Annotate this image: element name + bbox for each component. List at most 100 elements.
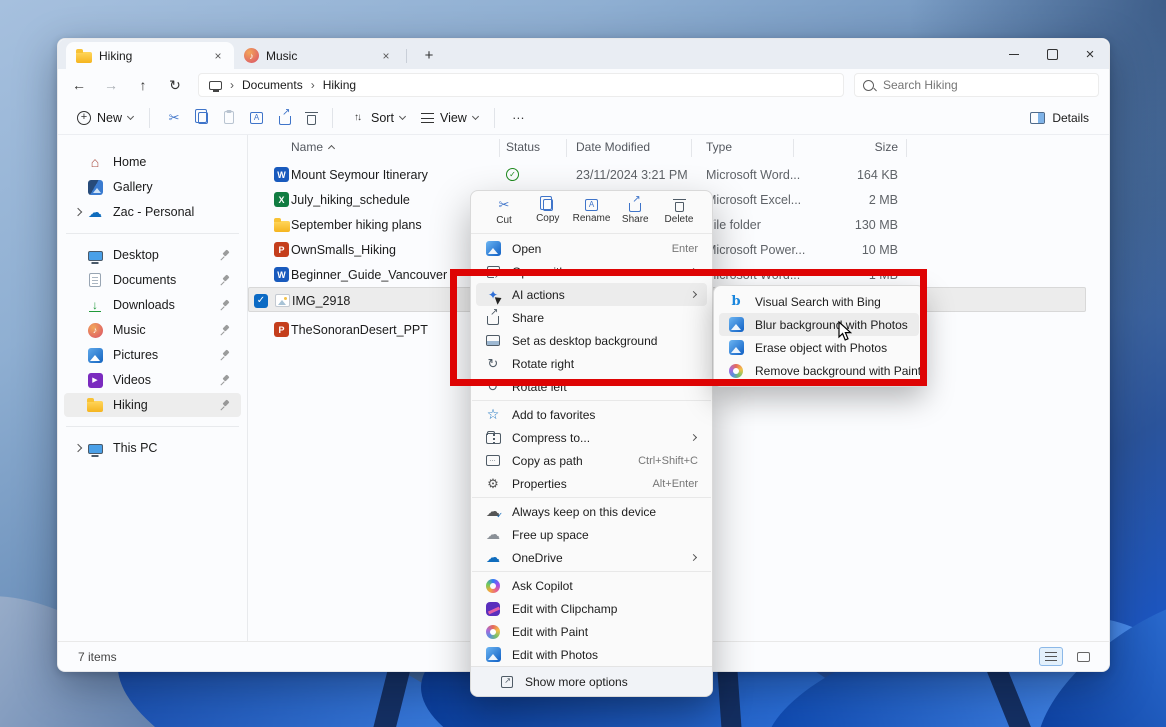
cut-button[interactable] bbox=[159, 106, 189, 130]
minimize-button[interactable] bbox=[995, 39, 1033, 69]
maximize-button[interactable] bbox=[1033, 39, 1071, 69]
folder-icon bbox=[274, 221, 290, 232]
up-button[interactable] bbox=[128, 72, 158, 98]
close-button[interactable] bbox=[1071, 39, 1109, 69]
column-header-name[interactable]: Name bbox=[291, 140, 334, 154]
sidebar: Home Gallery Zac - Personal Desktop Docu… bbox=[58, 135, 248, 641]
menu-item-copy-as-path[interactable]: Copy as path Ctrl+Shift+C bbox=[476, 449, 707, 472]
menu-item-shortcut: Alt+Enter bbox=[652, 478, 698, 490]
new-tab-button[interactable]: + bbox=[417, 43, 441, 67]
tab-hiking[interactable]: Hiking bbox=[66, 42, 234, 69]
open-with-icon bbox=[487, 266, 500, 278]
up-icon bbox=[135, 77, 151, 93]
new-button[interactable]: New bbox=[70, 107, 140, 129]
chevron-right-icon bbox=[690, 268, 697, 275]
quick-action-rename[interactable]: Rename bbox=[573, 199, 611, 224]
search-box[interactable] bbox=[854, 73, 1099, 97]
menu-item-onedrive[interactable]: OneDrive bbox=[476, 546, 707, 569]
chevron-expand-icon[interactable] bbox=[70, 445, 86, 451]
menu-item-free-up-space[interactable]: Free up space bbox=[476, 523, 707, 546]
delete-icon bbox=[307, 115, 316, 125]
cut-icon bbox=[166, 110, 182, 126]
sidebar-item-videos[interactable]: Videos bbox=[64, 368, 241, 392]
more-options-button[interactable] bbox=[504, 106, 534, 130]
menu-separator bbox=[472, 497, 711, 498]
menu-item-rotate-right[interactable]: Rotate right bbox=[476, 352, 707, 375]
column-header-status[interactable]: Status bbox=[506, 140, 540, 154]
menu-item-ask-copilot[interactable]: Ask Copilot bbox=[476, 574, 707, 597]
refresh-button[interactable] bbox=[160, 72, 190, 98]
menu-item-properties[interactable]: Properties Alt+Enter bbox=[476, 472, 707, 495]
column-header-date-modified[interactable]: Date Modified bbox=[576, 140, 650, 154]
submenu-item-erase-object-with-photos[interactable]: Erase object with Photos bbox=[719, 336, 919, 359]
submenu-item-visual-search-with-bing[interactable]: Visual Search with Bing bbox=[719, 290, 919, 313]
sidebar-item-documents[interactable]: Documents bbox=[64, 268, 241, 292]
set-desktop-icon bbox=[486, 335, 500, 346]
rename-button[interactable] bbox=[243, 108, 270, 128]
menu-item-add-to-favorites[interactable]: Add to favorites bbox=[476, 403, 707, 426]
submenu-item-remove-background-with-paint[interactable]: Remove background with Paint bbox=[719, 359, 919, 382]
file-date-modified: 23/11/2024 3:21 PM bbox=[576, 162, 688, 187]
menu-item-ai-actions[interactable]: AI actions bbox=[476, 283, 707, 306]
quick-action-cut[interactable]: Cut bbox=[485, 197, 523, 226]
breadcrumb-item-documents[interactable]: Documents bbox=[242, 78, 303, 92]
sidebar-item-this-pc[interactable]: This PC bbox=[64, 436, 241, 460]
menu-item-label: Edit with Photos bbox=[512, 648, 698, 662]
chevron-expand-icon[interactable] bbox=[70, 209, 86, 215]
column-header-type[interactable]: Type bbox=[706, 140, 732, 154]
quick-action-delete[interactable]: Delete bbox=[660, 198, 698, 225]
menu-item-set-as-desktop-background[interactable]: Set as desktop background bbox=[476, 329, 707, 352]
menu-item-open[interactable]: Open Enter bbox=[476, 237, 707, 260]
menu-item-edit-with-paint[interactable]: Edit with Paint bbox=[476, 620, 707, 643]
tab-music[interactable]: Music bbox=[234, 42, 402, 69]
sidebar-item-zac-personal[interactable]: Zac - Personal bbox=[64, 200, 241, 224]
sidebar-item-label: This PC bbox=[113, 441, 231, 455]
menu-item-compress-to[interactable]: Compress to... bbox=[476, 426, 707, 449]
submenu-item-blur-background-with-photos[interactable]: Blur background with Photos bbox=[719, 313, 919, 336]
sort-ascending-icon bbox=[328, 145, 335, 152]
table-row-mount-seymour-itinerary[interactable]: Mount Seymour Itinerary 23/11/2024 3:21 … bbox=[248, 162, 1109, 187]
sidebar-item-desktop[interactable]: Desktop bbox=[64, 243, 241, 267]
share-button[interactable] bbox=[272, 107, 298, 129]
menu-item-shortcut: Ctrl+Shift+C bbox=[638, 455, 698, 467]
paint-icon bbox=[486, 625, 500, 639]
forward-button[interactable] bbox=[96, 72, 126, 98]
menu-item-edit-with-clipchamp[interactable]: Edit with Clipchamp bbox=[476, 597, 707, 620]
row-checkbox[interactable] bbox=[254, 288, 268, 313]
sidebar-item-hiking[interactable]: Hiking bbox=[64, 393, 241, 417]
sidebar-item-music[interactable]: Music bbox=[64, 318, 241, 342]
menu-item-rotate-left[interactable]: Rotate left bbox=[476, 375, 707, 398]
column-header-size[interactable]: Size bbox=[768, 140, 898, 154]
delete-button[interactable] bbox=[300, 107, 323, 129]
search-input[interactable] bbox=[881, 77, 1090, 93]
menu-item-label: Blur background with Photos bbox=[755, 318, 910, 332]
back-button[interactable] bbox=[64, 72, 94, 98]
breadcrumb-item-hiking[interactable]: Hiking bbox=[323, 78, 356, 92]
sidebar-item-downloads[interactable]: Downloads bbox=[64, 293, 241, 317]
quick-action-copy[interactable]: Copy bbox=[529, 199, 567, 224]
file-size: 1 MB bbox=[768, 262, 898, 287]
toolbar-separator bbox=[332, 108, 333, 128]
sidebar-item-pictures[interactable]: Pictures bbox=[64, 343, 241, 367]
sort-button[interactable]: Sort bbox=[342, 106, 412, 130]
large-thumbnails-view-toggle[interactable] bbox=[1071, 647, 1095, 666]
breadcrumb[interactable]: Documents Hiking bbox=[198, 73, 844, 97]
menu-item-show-more-options[interactable]: Show more options bbox=[471, 666, 712, 696]
menu-item-edit-with-photos[interactable]: Edit with Photos bbox=[476, 643, 707, 666]
view-button[interactable]: View bbox=[414, 107, 485, 129]
menu-item-always-keep-on-this-device[interactable]: Always keep on this device bbox=[476, 500, 707, 523]
chevron-right-icon bbox=[690, 554, 697, 561]
close-tab-icon[interactable] bbox=[378, 48, 394, 64]
menu-item-share[interactable]: Share bbox=[476, 306, 707, 329]
paste-button[interactable] bbox=[217, 107, 241, 128]
sidebar-item-gallery[interactable]: Gallery bbox=[64, 175, 241, 199]
sidebar-item-home[interactable]: Home bbox=[64, 150, 241, 174]
details-view-toggle[interactable] bbox=[1039, 647, 1063, 666]
details-pane-button[interactable]: Details bbox=[1022, 107, 1097, 129]
pin-icon bbox=[219, 249, 231, 261]
close-tab-icon[interactable] bbox=[210, 48, 226, 64]
quick-action-share[interactable]: Share bbox=[616, 198, 654, 225]
menu-item-open-with[interactable]: Open with bbox=[476, 260, 707, 283]
copy-button[interactable] bbox=[191, 108, 215, 128]
view-toggles bbox=[1039, 647, 1095, 666]
